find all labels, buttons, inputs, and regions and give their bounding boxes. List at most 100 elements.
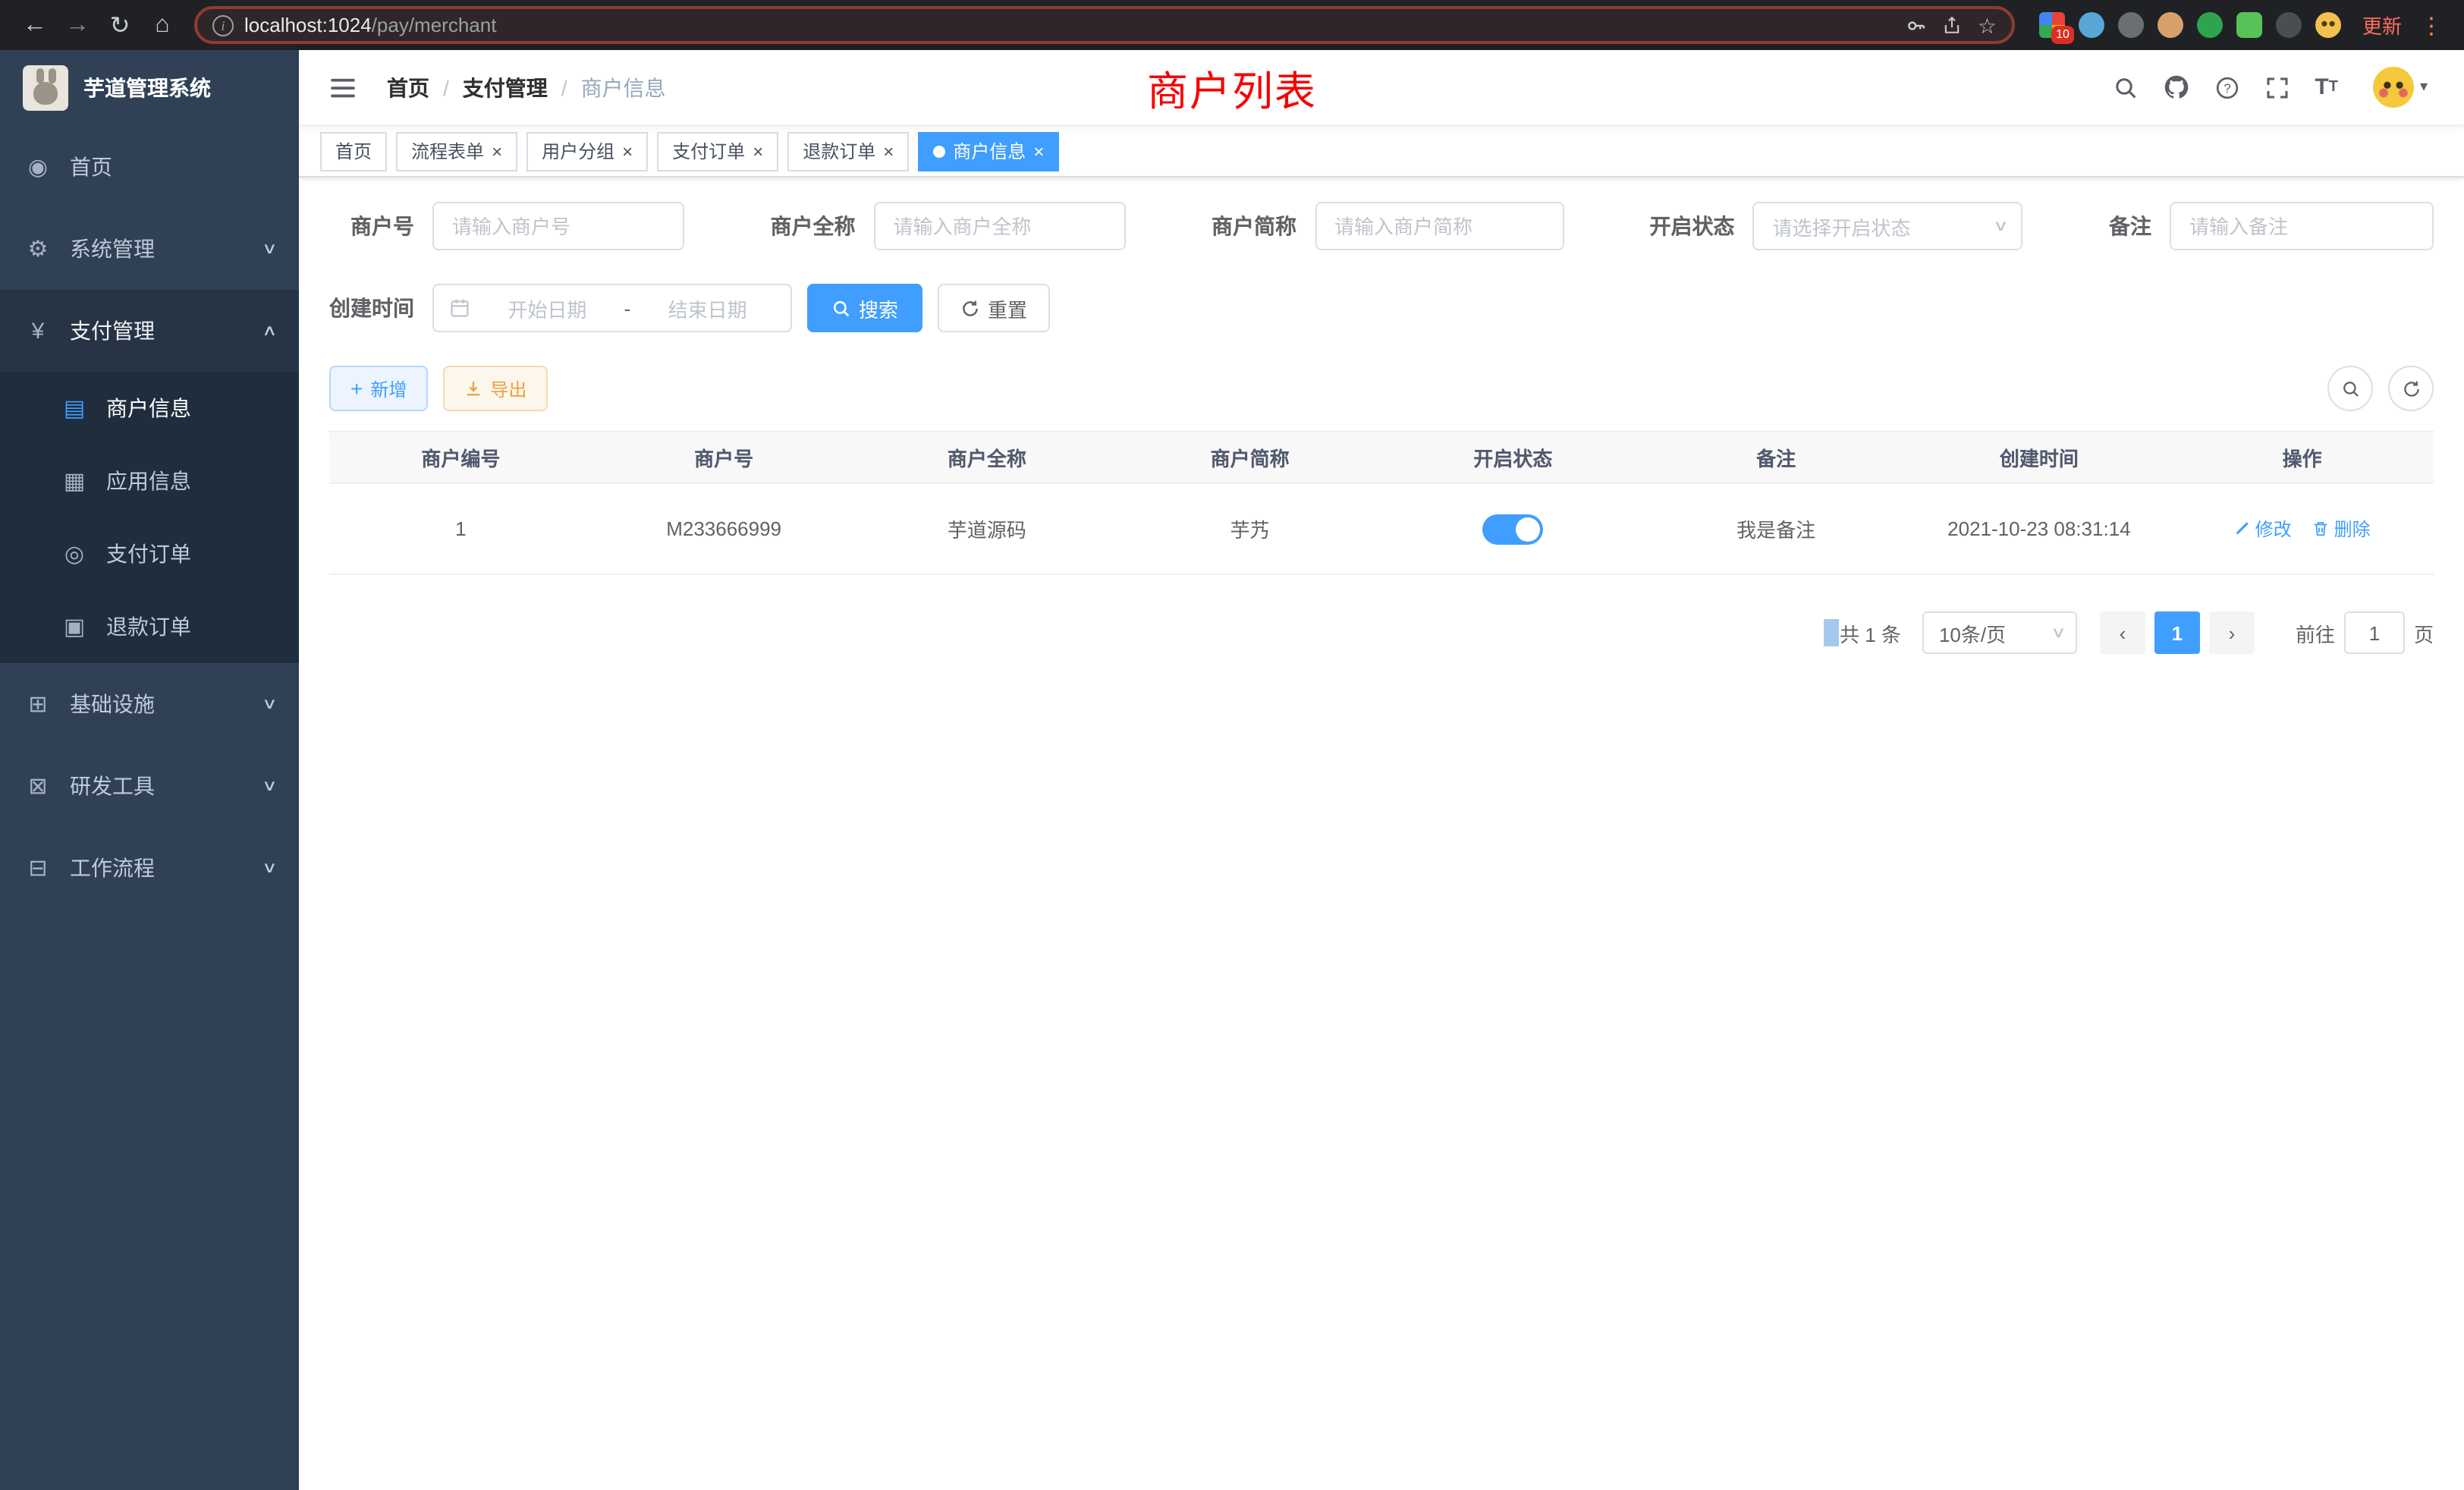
- extensions-puzzle-icon[interactable]: 10: [2039, 12, 2065, 38]
- search-button[interactable]: 搜索: [807, 284, 922, 332]
- help-icon[interactable]: ?: [2214, 75, 2239, 99]
- browser-home-icon[interactable]: ⌂: [143, 5, 182, 45]
- extension-paw-icon[interactable]: [2276, 12, 2302, 38]
- tag-label: 退款订单: [803, 138, 875, 164]
- remark-input[interactable]: [2170, 202, 2434, 250]
- browser-menu-icon[interactable]: ⋮: [2414, 11, 2449, 39]
- extension-note-icon[interactable]: [2236, 12, 2262, 38]
- yen-icon: ¥: [24, 318, 52, 344]
- goto-label: 前往: [2296, 618, 2335, 647]
- site-info-icon[interactable]: i: [212, 14, 234, 36]
- app-logo[interactable]: 芋道管理系统: [0, 50, 299, 126]
- tag-refund-order[interactable]: 退款订单 ×: [787, 131, 909, 171]
- tag-merchant-info[interactable]: 商户信息 ×: [918, 131, 1059, 171]
- full-name-input[interactable]: [874, 202, 1126, 250]
- bookmark-star-icon[interactable]: ☆: [1978, 14, 1997, 36]
- tag-user-group[interactable]: 用户分组 ×: [526, 131, 648, 171]
- merchant-table: 商户编号 商户号 商户全称 商户简称 开启状态 备注 创建时间 操作 1: [329, 431, 2434, 575]
- tag-process-form[interactable]: 流程表单 ×: [396, 131, 517, 171]
- reset-button[interactable]: 重置: [938, 284, 1050, 332]
- sidebar-item-merchant-info[interactable]: ▤ 商户信息: [0, 372, 299, 445]
- browser-reload-icon[interactable]: ↻: [100, 5, 140, 45]
- next-page-button[interactable]: ›: [2209, 611, 2255, 654]
- search-button-label: 搜索: [859, 294, 898, 322]
- table-row[interactable]: 1 M233666999 芋道源码 芋艿 我是备注 2021-10-23 08:…: [329, 483, 2434, 574]
- sidebar-item-app-info[interactable]: ▦ 应用信息: [0, 445, 299, 517]
- sidebar-item-devtools[interactable]: ⊠ 研发工具 ∨: [0, 745, 299, 827]
- cell-full-name: 芋道源码: [856, 483, 1119, 574]
- close-icon[interactable]: ×: [753, 142, 763, 160]
- delete-link[interactable]: 删除: [2313, 516, 2371, 542]
- user-avatar[interactable]: ▾: [2373, 67, 2428, 108]
- extension-dark-icon[interactable]: [2118, 12, 2144, 38]
- column-header-merchant-no: 商户号: [592, 432, 856, 483]
- share-icon[interactable]: [1943, 15, 1963, 35]
- goto-page-input[interactable]: [2344, 611, 2405, 654]
- browser-profile-avatar[interactable]: [2315, 12, 2341, 38]
- goto-suffix: 页: [2414, 618, 2434, 647]
- delete-link-label: 删除: [2334, 516, 2371, 542]
- sidebar-item-label: 支付管理: [70, 316, 245, 346]
- browser-forward-icon[interactable]: →: [58, 5, 97, 45]
- extension-drop-icon[interactable]: [2079, 12, 2104, 38]
- chrome-update-button[interactable]: 更新: [2353, 6, 2411, 44]
- url-text[interactable]: localhost:1024/pay/merchant: [244, 14, 1896, 36]
- sidebar-toggle-icon[interactable]: [320, 74, 366, 101]
- sidebar-item-label: 基础设施: [70, 689, 245, 719]
- tag-label: 流程表单: [411, 138, 484, 164]
- fullscreen-icon[interactable]: [2264, 75, 2289, 99]
- breadcrumb-current: 商户信息: [581, 72, 666, 102]
- extension-profile-icon[interactable]: [2158, 12, 2183, 38]
- merchant-no-input[interactable]: [432, 202, 684, 250]
- password-key-icon[interactable]: [1906, 14, 1928, 36]
- sidebar: 芋道管理系统 ◉ 首页 ⚙ 系统管理 ∨ ¥ 支付管理 ∧ ▤ 商户信息: [0, 50, 299, 1490]
- sidebar-item-workflow[interactable]: ⊟ 工作流程 ∨: [0, 827, 299, 909]
- font-size-icon[interactable]: TT: [2315, 76, 2338, 99]
- pagination: 共 1 条 10条/页 ∨ ‹ 1 › 前往 页: [329, 611, 2434, 654]
- status-toggle[interactable]: [1482, 514, 1543, 544]
- filter-label: 创建时间: [329, 293, 414, 323]
- reset-button-label: 重置: [988, 294, 1027, 322]
- edit-link[interactable]: 修改: [2234, 516, 2292, 542]
- short-name-input[interactable]: [1315, 202, 1564, 250]
- sidebar-item-home[interactable]: ◉ 首页: [0, 126, 299, 208]
- page-size-select[interactable]: 10条/页 ∨: [1922, 611, 2077, 654]
- extension-green-circle-icon[interactable]: [2197, 12, 2223, 38]
- breadcrumb-home[interactable]: 首页: [387, 72, 429, 102]
- filter-merchant-no: 商户号: [329, 202, 684, 250]
- url-host: localhost:1024: [244, 14, 372, 36]
- monitor-icon: ⊞: [24, 690, 52, 718]
- sidebar-item-refund-order[interactable]: ▣ 退款订单: [0, 590, 299, 663]
- breadcrumb-separator: /: [561, 75, 567, 99]
- page-button-1[interactable]: 1: [2154, 611, 2200, 654]
- tag-pay-order[interactable]: 支付订单 ×: [657, 131, 778, 171]
- filter-row-2: 创建时间 开始日期 - 结束日期 搜索: [329, 284, 2434, 332]
- sidebar-item-system[interactable]: ⚙ 系统管理 ∨: [0, 208, 299, 290]
- close-icon[interactable]: ×: [883, 142, 894, 160]
- tag-label: 支付订单: [672, 138, 745, 164]
- sidebar-item-pay-order[interactable]: ◎ 支付订单: [0, 517, 299, 590]
- select-placeholder: 请选择开启状态: [1773, 212, 1911, 240]
- plus-icon: +: [350, 378, 363, 399]
- close-icon[interactable]: ×: [622, 142, 633, 160]
- filter-remark: 备注: [2109, 202, 2434, 250]
- create-time-range-picker[interactable]: 开始日期 - 结束日期: [432, 284, 792, 332]
- address-bar[interactable]: i localhost:1024/pay/merchant ☆: [194, 6, 2015, 44]
- breadcrumb-payment[interactable]: 支付管理: [463, 72, 548, 102]
- browser-back-icon[interactable]: ←: [15, 5, 55, 45]
- export-button[interactable]: 导出: [443, 366, 548, 411]
- add-button[interactable]: + 新增: [329, 366, 428, 411]
- prev-page-button[interactable]: ‹: [2100, 611, 2145, 654]
- header-search-icon[interactable]: [2113, 75, 2137, 99]
- close-icon[interactable]: ×: [1033, 142, 1044, 160]
- sidebar-item-payment[interactable]: ¥ 支付管理 ∧: [0, 290, 299, 372]
- toggle-search-button[interactable]: [2327, 366, 2373, 411]
- breadcrumb: 首页 / 支付管理 / 商户信息: [387, 72, 666, 102]
- github-icon[interactable]: [2163, 74, 2189, 100]
- column-header-id: 商户编号: [329, 432, 592, 483]
- refresh-table-button[interactable]: [2388, 366, 2434, 411]
- tag-home[interactable]: 首页: [320, 131, 387, 171]
- status-select[interactable]: 请选择开启状态 ∨: [1753, 202, 2023, 250]
- close-icon[interactable]: ×: [492, 142, 502, 160]
- sidebar-item-infrastructure[interactable]: ⊞ 基础设施 ∨: [0, 663, 299, 745]
